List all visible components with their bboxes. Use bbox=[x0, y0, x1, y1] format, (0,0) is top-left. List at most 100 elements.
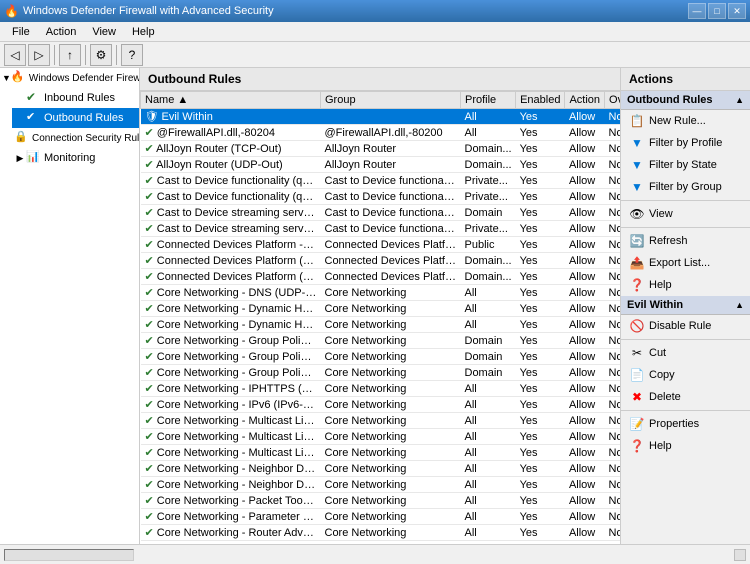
action-delete[interactable]: ✖ Delete bbox=[621, 386, 750, 408]
cell-name: ✔ Connected Devices Platform (TCP-Out) bbox=[141, 253, 321, 269]
help-outbound-icon: ❓ bbox=[629, 277, 645, 293]
back-button[interactable]: ◁ bbox=[4, 44, 26, 66]
table-row[interactable]: ✔ Core Networking - Group Policy (NP-Out… bbox=[141, 349, 621, 365]
action-filter-group[interactable]: ▼ Filter by Group bbox=[621, 176, 750, 198]
minimize-button[interactable]: — bbox=[688, 3, 706, 19]
table-row[interactable]: ✔ Core Networking - Multicast Listener R… bbox=[141, 445, 621, 461]
col-name[interactable]: Name ▲ bbox=[141, 92, 321, 109]
action-copy[interactable]: 📄 Copy bbox=[621, 364, 750, 386]
action-view[interactable]: 👁 View bbox=[621, 203, 750, 225]
forward-button[interactable]: ▷ bbox=[28, 44, 50, 66]
col-enabled[interactable]: Enabled bbox=[516, 92, 565, 109]
row-status-icon: ✔ bbox=[145, 367, 154, 379]
table-row[interactable]: ✔ @FirewallAPI.dll,-80204 @FirewallAPI.d… bbox=[141, 125, 621, 141]
menu-help[interactable]: Help bbox=[124, 24, 163, 40]
cell-override: No bbox=[605, 141, 620, 157]
cell-override: No bbox=[605, 221, 620, 237]
cell-profile: All bbox=[461, 381, 516, 397]
outbound-rules-section[interactable]: Outbound Rules ▲ bbox=[621, 91, 750, 110]
cell-name: ✔ Core Networking - IPHTTPS (TCP-Out) bbox=[141, 381, 321, 397]
action-cut[interactable]: ✂ Cut bbox=[621, 342, 750, 364]
action-help-outbound[interactable]: ❓ Help bbox=[621, 274, 750, 296]
action-refresh[interactable]: 🔄 Refresh bbox=[621, 230, 750, 252]
rules-table[interactable]: Name ▲ Group Profile Enabled Action Ove.… bbox=[140, 91, 620, 544]
action-help-evil-label: Help bbox=[649, 440, 672, 452]
cell-profile: Public bbox=[461, 237, 516, 253]
col-action[interactable]: Action bbox=[565, 92, 605, 109]
table-row[interactable]: ✔ Core Networking - IPv6 (IPv6-Out) Core… bbox=[141, 397, 621, 413]
horizontal-scrollbar-left[interactable] bbox=[4, 549, 134, 561]
table-row[interactable]: ✔ Cast to Device functionality (qWave-UD… bbox=[141, 189, 621, 205]
action-help-evil[interactable]: ❓ Help bbox=[621, 435, 750, 457]
tree-item-outbound[interactable]: ✔ Outbound Rules bbox=[12, 108, 139, 128]
row-status-icon: ✔ bbox=[145, 319, 154, 331]
cell-action: Allow bbox=[565, 493, 605, 509]
table-row[interactable]: ✔ Connected Devices Platform (UDP-Out) C… bbox=[141, 269, 621, 285]
properties-button[interactable]: ⚙ bbox=[90, 44, 112, 66]
action-properties[interactable]: 📝 Properties bbox=[621, 413, 750, 435]
action-filter-profile[interactable]: ▼ Filter by Profile bbox=[621, 132, 750, 154]
tree-item-inbound[interactable]: ✔ Inbound Rules bbox=[12, 88, 139, 108]
table-row[interactable]: ✔ Connected Devices Platform - Wi-Fi Dir… bbox=[141, 237, 621, 253]
table-row[interactable]: ✔ Core Networking - Multicast Listener D… bbox=[141, 413, 621, 429]
table-row[interactable]: ✔ Cast to Device functionality (qWave-TC… bbox=[141, 173, 621, 189]
table-row[interactable]: ✔ Core Networking - Group Policy (TCP-Ou… bbox=[141, 365, 621, 381]
cell-group: Core Networking bbox=[321, 381, 461, 397]
cell-override: No bbox=[605, 541, 620, 545]
table-row[interactable]: ✔ Core Networking - Dynamic Host Config.… bbox=[141, 301, 621, 317]
evil-within-section[interactable]: Evil Within ▲ bbox=[621, 296, 750, 315]
cell-name: ✔ Core Networking - Multicast Listener R… bbox=[141, 445, 321, 461]
menu-file[interactable]: File bbox=[4, 24, 38, 40]
table-row[interactable]: ✔ Core Networking - IPHTTPS (TCP-Out) Co… bbox=[141, 381, 621, 397]
menu-view[interactable]: View bbox=[84, 24, 124, 40]
table-row[interactable]: ✔ Cast to Device streaming server (RTP-S… bbox=[141, 205, 621, 221]
toolbar-separator-1 bbox=[54, 45, 55, 65]
table-row[interactable]: ✔ Core Networking - Neighbor Discovery S… bbox=[141, 477, 621, 493]
table-row[interactable]: ✔ Core Networking - Group Policy (LSASS-… bbox=[141, 333, 621, 349]
table-row[interactable]: ✔ Core Networking - Dynamic Host Config.… bbox=[141, 317, 621, 333]
table-row[interactable]: ✔ Core Networking - Neighbor Discovery A… bbox=[141, 461, 621, 477]
cell-profile: Domain bbox=[461, 365, 516, 381]
close-button[interactable]: ✕ bbox=[728, 3, 746, 19]
help-button[interactable]: ? bbox=[121, 44, 143, 66]
col-profile[interactable]: Profile bbox=[461, 92, 516, 109]
cell-action: Allow bbox=[565, 445, 605, 461]
cell-enabled: Yes bbox=[516, 365, 565, 381]
table-row[interactable]: ✔ Core Networking - Parameter Problem (I… bbox=[141, 509, 621, 525]
new-rule-icon: 📋 bbox=[629, 113, 645, 129]
table-row[interactable]: ✔ AllJoyn Router (TCP-Out) AllJoyn Route… bbox=[141, 141, 621, 157]
table-row[interactable]: ✔ AllJoyn Router (UDP-Out) AllJoyn Route… bbox=[141, 157, 621, 173]
menu-action[interactable]: Action bbox=[38, 24, 85, 40]
evil-within-chevron: ▲ bbox=[735, 300, 744, 310]
cell-action: Allow bbox=[565, 301, 605, 317]
cell-override: No bbox=[605, 349, 620, 365]
export-icon: 📤 bbox=[629, 255, 645, 271]
cell-name: ✔ Core Networking - Neighbor Discovery S… bbox=[141, 477, 321, 493]
table-row[interactable]: 🛡 Evil Within All Yes Allow No bbox=[141, 109, 621, 125]
table-row[interactable]: ✔ Core Networking - Multicast Listener Q… bbox=[141, 429, 621, 445]
maximize-button[interactable]: □ bbox=[708, 3, 726, 19]
cell-group: Core Networking bbox=[321, 509, 461, 525]
tree-item-monitoring[interactable]: ▶ 📊 Monitoring bbox=[12, 148, 139, 168]
cell-override: No bbox=[605, 525, 620, 541]
table-row[interactable]: ✔ Connected Devices Platform (TCP-Out) C… bbox=[141, 253, 621, 269]
col-group[interactable]: Group bbox=[321, 92, 461, 109]
tree-item-connection[interactable]: 🔒 Connection Security Rules bbox=[12, 128, 139, 148]
table-row[interactable]: ✔ Cast to Device streaming server (RTP-S… bbox=[141, 221, 621, 237]
table-row[interactable]: ✔ Core Networking - DNS (UDP-Out) Core N… bbox=[141, 285, 621, 301]
cell-action: Allow bbox=[565, 285, 605, 301]
action-filter-state[interactable]: ▼ Filter by State bbox=[621, 154, 750, 176]
cell-name: ✔ Core Networking - Group Policy (NP-Out… bbox=[141, 349, 321, 365]
col-override[interactable]: Ove... bbox=[605, 92, 620, 109]
tree-item-root[interactable]: ▼ 🔥 Windows Defender Firewall wi... bbox=[0, 68, 139, 88]
cell-name: ✔ Core Networking - Router Advertisement… bbox=[141, 525, 321, 541]
cell-action: Allow bbox=[565, 541, 605, 545]
action-export[interactable]: 📤 Export List... bbox=[621, 252, 750, 274]
action-new-rule[interactable]: 📋 New Rule... bbox=[621, 110, 750, 132]
up-button[interactable]: ↑ bbox=[59, 44, 81, 66]
table-row[interactable]: ✔ Core Networking - Router Advertisement… bbox=[141, 525, 621, 541]
table-row[interactable]: ✔ Core Networking - Packet Too Big (ICMP… bbox=[141, 493, 621, 509]
table-row[interactable]: ✔ Core Networking - Router Solicitation … bbox=[141, 541, 621, 545]
cell-profile: All bbox=[461, 301, 516, 317]
action-disable-rule[interactable]: 🚫 Disable Rule bbox=[621, 315, 750, 337]
